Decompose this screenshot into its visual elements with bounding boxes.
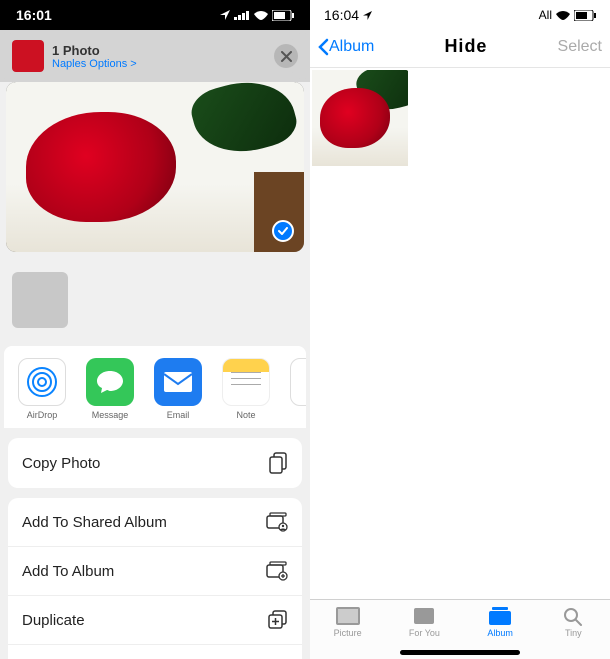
- contact-tile[interactable]: [12, 272, 68, 328]
- app-label: Email: [167, 410, 190, 420]
- action-label: Add To Shared Album: [22, 514, 167, 531]
- tab-label: Tiny: [565, 628, 582, 638]
- back-button[interactable]: Album: [318, 38, 374, 56]
- tab-foryou[interactable]: For You: [409, 606, 440, 638]
- status-icons: All: [539, 8, 596, 22]
- check-icon: [278, 227, 288, 235]
- action-label: Duplicate: [22, 612, 85, 629]
- app-airdrop[interactable]: AirDrop: [14, 358, 70, 420]
- tab-label: Picture: [334, 628, 362, 638]
- photo-grid: [310, 68, 610, 599]
- photo-preview[interactable]: [6, 82, 304, 252]
- app-mail[interactable]: Email: [150, 358, 206, 420]
- action-label: Add To Album: [22, 563, 114, 580]
- tab-search[interactable]: Tiny: [560, 606, 586, 638]
- share-sheet-header: 1 Photo Naples Options >: [0, 30, 310, 82]
- header-thumbnail: [12, 40, 44, 72]
- location-icon: [363, 11, 372, 20]
- location-icon: [220, 10, 230, 20]
- chevron-left-icon: [318, 38, 329, 56]
- tab-album[interactable]: Album: [487, 606, 513, 638]
- header-subtitle[interactable]: Naples Options >: [52, 58, 274, 70]
- more-icon: [290, 358, 306, 406]
- tab-label: For You: [409, 628, 440, 638]
- status-icons: [220, 10, 294, 21]
- status-time: 16:04: [324, 7, 359, 23]
- home-indicator[interactable]: [400, 650, 520, 655]
- app-messages[interactable]: Message: [82, 358, 138, 420]
- app-label: AirDrop: [27, 410, 58, 420]
- page-title: Hide: [444, 36, 487, 57]
- wifi-icon: [556, 10, 570, 20]
- battery-icon: [272, 10, 294, 21]
- duplicate-icon: [268, 610, 288, 630]
- messages-icon: [95, 368, 125, 396]
- back-label: Album: [329, 38, 374, 56]
- app-notes[interactable]: Note: [218, 358, 274, 420]
- action-add-album[interactable]: Add To Album: [8, 547, 302, 596]
- tab-label: Album: [487, 628, 513, 638]
- status-bar: 16:04 All: [310, 0, 610, 30]
- action-hide[interactable]: Nascondi: [8, 645, 302, 659]
- signal-icon: [234, 10, 250, 20]
- app-more[interactable]: Pro: [286, 358, 306, 420]
- action-add-shared-album[interactable]: Add To Shared Album: [8, 498, 302, 547]
- foryou-icon: [411, 606, 437, 626]
- photo-thumbnail[interactable]: [312, 70, 408, 166]
- battery-icon: [574, 10, 596, 21]
- close-icon: [281, 51, 292, 62]
- contact-suggestions: [0, 262, 310, 346]
- app-label: Message: [92, 410, 129, 420]
- select-button[interactable]: Select: [558, 38, 602, 56]
- copy-icon: [268, 452, 288, 474]
- nav-bar: Album Hide Select: [310, 30, 610, 68]
- status-bar: 16:01: [0, 0, 310, 30]
- airdrop-icon: [25, 365, 59, 399]
- photo-content: [6, 82, 304, 252]
- action-list-primary: Copy Photo: [8, 438, 302, 488]
- album-icon: [487, 606, 513, 626]
- share-apps-row: AirDrop Message Email Note Pro: [4, 346, 306, 428]
- header-title: 1 Photo: [52, 43, 274, 58]
- add-album-icon: [266, 561, 288, 581]
- action-label: Copy Photo: [22, 455, 100, 472]
- action-list-secondary: Add To Shared Album Add To Album Duplica…: [8, 498, 302, 659]
- search-icon: [560, 606, 586, 626]
- mail-icon: [162, 370, 194, 394]
- action-duplicate[interactable]: Duplicate: [8, 596, 302, 645]
- shared-album-icon: [266, 512, 288, 532]
- notes-icon: [222, 358, 270, 406]
- close-button[interactable]: [274, 44, 298, 68]
- carrier-label: All: [539, 8, 552, 22]
- status-time: 16:01: [16, 7, 52, 23]
- app-label: Note: [236, 410, 255, 420]
- tab-picture[interactable]: Picture: [334, 606, 362, 638]
- wifi-icon: [254, 10, 268, 20]
- action-copy-photo[interactable]: Copy Photo: [8, 438, 302, 488]
- selected-badge: [272, 220, 294, 242]
- picture-icon: [335, 606, 361, 626]
